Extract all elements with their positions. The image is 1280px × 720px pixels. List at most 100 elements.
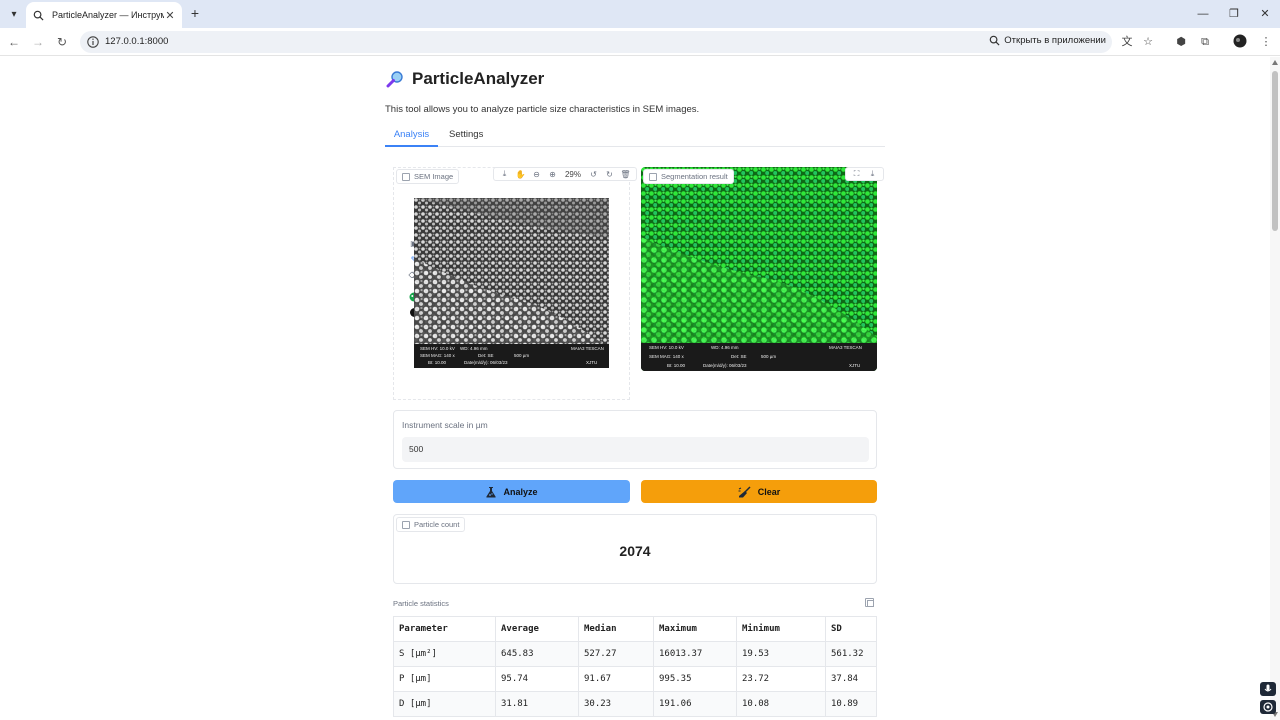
sem-info-bar: SEM HV: 10.0 kV WD: 4.96 mm MAIA3 TESCAN… xyxy=(414,344,609,368)
table-cell: P [µm] xyxy=(393,666,496,692)
table-cell: 191.06 xyxy=(653,691,737,717)
browser-menu-icon[interactable]: ⋮ xyxy=(1258,34,1274,50)
scale-input[interactable]: 500 xyxy=(402,437,869,462)
seg-date: Date(m/d/y): 06/03/23 xyxy=(703,363,747,368)
segmentation-image[interactable]: SEM HV: 10.0 kV WD: 4.96 mm MAIA3 TESCAN… xyxy=(641,167,877,371)
scale-field-container: Instrument scale in µm 500 xyxy=(393,410,877,469)
sem-scale: 500 µm xyxy=(514,353,530,358)
record-icon[interactable] xyxy=(1260,700,1276,714)
segmentation-canvas xyxy=(641,167,877,371)
url-text: 127.0.0.1:8000 xyxy=(105,36,169,47)
particle-statistics-label: Particle statistics xyxy=(393,599,449,608)
seg-org: XJTU xyxy=(849,363,861,368)
flask-icon xyxy=(486,486,497,497)
sem-image[interactable]: SEM HV: 10.0 kV WD: 4.96 mm MAIA3 TESCAN… xyxy=(414,198,609,368)
app-title-text: ParticleAnalyzer xyxy=(412,69,545,88)
tab-analysis[interactable]: Analysis xyxy=(385,129,438,147)
seg-bi: BI: 10.00 xyxy=(667,363,686,368)
tab-settings[interactable]: Settings xyxy=(447,129,485,146)
table-cell: 561.32 xyxy=(825,641,877,667)
bookmark-star-icon[interactable]: ☆ xyxy=(1140,34,1156,50)
search-icon xyxy=(32,9,44,21)
column-header[interactable]: Maximum xyxy=(653,616,737,642)
analyze-label: Analyze xyxy=(503,486,538,497)
table-cell: 37.84 xyxy=(825,666,877,692)
extension-shield-icon[interactable]: ⬢ xyxy=(1173,34,1189,50)
redo-icon[interactable]: ↻ xyxy=(603,170,616,179)
sem-det: Det: SE xyxy=(478,353,494,358)
fullscreen-icon[interactable]: ⛶ xyxy=(850,169,863,179)
image-icon xyxy=(649,172,657,181)
main-tabs: Analysis Settings xyxy=(385,129,885,147)
scroll-up-icon[interactable] xyxy=(1272,60,1278,65)
minimize-button[interactable]: — xyxy=(1194,5,1212,23)
close-tab-icon[interactable]: ✕ xyxy=(164,9,176,22)
analyze-button[interactable]: Analyze xyxy=(393,480,630,503)
table-cell: 527.27 xyxy=(578,641,654,667)
scrollbar-thumb[interactable] xyxy=(1272,71,1278,231)
omnibox[interactable]: 127.0.0.1:8000 Открыть в приложении xyxy=(80,31,1112,53)
table-row: S [µm²] 645.83 527.27 16013.37 19.53 561… xyxy=(393,641,877,667)
statistics-table: Parameter Average Median Maximum Minimum… xyxy=(393,616,877,717)
table-header-row: Parameter Average Median Maximum Minimum… xyxy=(393,616,877,642)
download-icon[interactable]: ⤓ xyxy=(866,169,879,179)
scale-label: Instrument scale in µm xyxy=(402,420,488,430)
chart-icon xyxy=(402,520,410,529)
search-icon xyxy=(989,35,1000,46)
tab-title: ParticleAnalyzer — Инструмент xyxy=(52,10,164,20)
table-cell: 645.83 xyxy=(495,641,579,667)
back-icon[interactable]: ← xyxy=(6,34,22,50)
microphone-icon[interactable] xyxy=(1260,682,1276,696)
sem-org: XJTU xyxy=(586,360,598,365)
app-description: This tool allows you to analyze particle… xyxy=(385,104,700,115)
particle-count-value: 2074 xyxy=(619,543,651,559)
table-cell: 23.72 xyxy=(736,666,826,692)
segmentation-label: Segmentation result xyxy=(643,169,734,184)
page-scrollbar[interactable] xyxy=(1270,57,1280,720)
table-cell: D [µm] xyxy=(393,691,496,717)
seg-brand: MAIA3 TESCAN xyxy=(829,345,862,350)
segmentation-toolbar: ⛶ ⤓ xyxy=(845,167,884,181)
table-cell: 91.67 xyxy=(578,666,654,692)
undo-icon[interactable]: ↺ xyxy=(587,170,600,179)
sem-bi: BI: 10.00 xyxy=(428,360,447,365)
sem-image-label-text: SEM Image xyxy=(414,172,454,181)
page-title: ParticleAnalyzer xyxy=(386,69,544,89)
trash-icon[interactable]: 🗑 xyxy=(619,170,632,179)
column-header[interactable]: Minimum xyxy=(736,616,826,642)
sem-date: Date(m/d/y): 06/03/23 xyxy=(464,360,508,365)
restore-button[interactable]: ❐ xyxy=(1225,5,1243,23)
clear-button[interactable]: Clear xyxy=(641,480,877,503)
new-tab-button[interactable]: + xyxy=(188,6,202,20)
close-window-button[interactable]: ✕ xyxy=(1256,5,1274,23)
sem-image-toolbar: ⤓ ✋ ⊖ ⊕ 29% ↺ ↻ 🗑 xyxy=(493,167,637,181)
column-header[interactable]: Median xyxy=(578,616,654,642)
segmentation-info-bar: SEM HV: 10.0 kV WD: 4.96 mm MAIA3 TESCAN… xyxy=(641,343,877,371)
seg-scale: 500 µm xyxy=(761,354,777,359)
zoom-in-icon[interactable]: ⊕ xyxy=(546,170,559,179)
extensions-puzzle-icon[interactable]: ⧉ xyxy=(1197,34,1213,50)
address-bar-row: ← → ↻ 127.0.0.1:8000 Открыть в приложени… xyxy=(0,28,1280,56)
column-header[interactable]: SD xyxy=(825,616,877,642)
site-info-icon[interactable] xyxy=(86,35,100,49)
reload-icon[interactable]: ↻ xyxy=(54,34,70,50)
copy-icon[interactable] xyxy=(865,598,874,607)
profile-avatar[interactable] xyxy=(1232,34,1248,50)
table-row: P [µm] 95.74 91.67 995.35 23.72 37.84 xyxy=(393,666,877,692)
sem-mag: SEM MAG: 140 x xyxy=(420,353,455,358)
open-in-app-button[interactable]: Открыть в приложении xyxy=(989,35,1106,46)
column-header[interactable]: Average xyxy=(495,616,579,642)
zoom-out-icon[interactable]: ⊖ xyxy=(530,170,543,179)
sem-image-label: SEM Image xyxy=(396,169,460,184)
column-header[interactable]: Parameter xyxy=(393,616,496,642)
table-cell: S [µm²] xyxy=(393,641,496,667)
tab-search-icon[interactable]: ▾ xyxy=(6,6,22,22)
browser-tab[interactable]: ParticleAnalyzer — Инструмент ✕ xyxy=(26,2,182,28)
translate-icon[interactable]: 文 xyxy=(1119,34,1135,50)
download-icon[interactable]: ⤓ xyxy=(498,169,511,179)
pan-hand-icon[interactable]: ✋ xyxy=(514,170,527,179)
forward-icon[interactable]: → xyxy=(30,34,46,50)
table-cell: 10.08 xyxy=(736,691,826,717)
table-cell: 16013.37 xyxy=(653,641,737,667)
sem-wd: WD: 4.96 mm xyxy=(460,346,488,351)
